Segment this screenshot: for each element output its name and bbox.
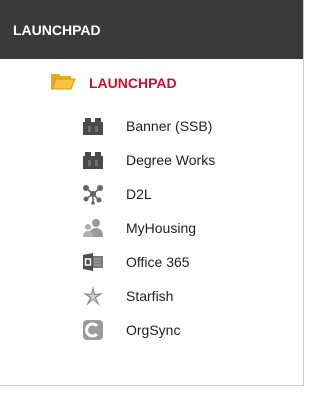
folder-label: LAUNCHPAD [89,75,177,91]
launchpad-item-orgsync[interactable]: OrgSync [82,313,215,347]
people-icon [82,217,104,239]
item-label: MyHousing [126,220,197,236]
launchpad-panel: LAUNCHPAD LAUNCHPAD Banner (SSB) Degree … [0,0,304,386]
item-label: D2L [126,186,152,202]
item-label: OrgSync [126,322,181,338]
building-blocks-icon [82,115,104,137]
launchpad-item-banner[interactable]: Banner (SSB) [82,109,215,143]
launchpad-item-d2l[interactable]: D2L [82,177,215,211]
launchpad-item-degree-works[interactable]: Degree Works [82,143,215,177]
item-label: Banner (SSB) [126,118,213,134]
building-blocks-icon [82,149,104,171]
office-icon [82,251,104,273]
launchpad-items: Banner (SSB) Degree Works D2L MyHousing … [82,109,215,347]
folder-open-icon [50,71,76,96]
launchpad-item-starfish[interactable]: Starfish [82,279,215,313]
starfish-icon [82,285,104,307]
item-label: Office 365 [126,254,190,270]
launchpad-item-office-365[interactable]: Office 365 [82,245,215,279]
panel-header: LAUNCHPAD [0,0,303,59]
launchpad-item-myhousing[interactable]: MyHousing [82,211,215,245]
panel-title: LAUNCHPAD [13,21,101,38]
item-label: Starfish [126,288,174,304]
item-label: Degree Works [126,152,216,168]
orgsync-icon [82,319,104,341]
network-nodes-icon [82,183,104,205]
launchpad-folder[interactable]: LAUNCHPAD [50,68,177,98]
